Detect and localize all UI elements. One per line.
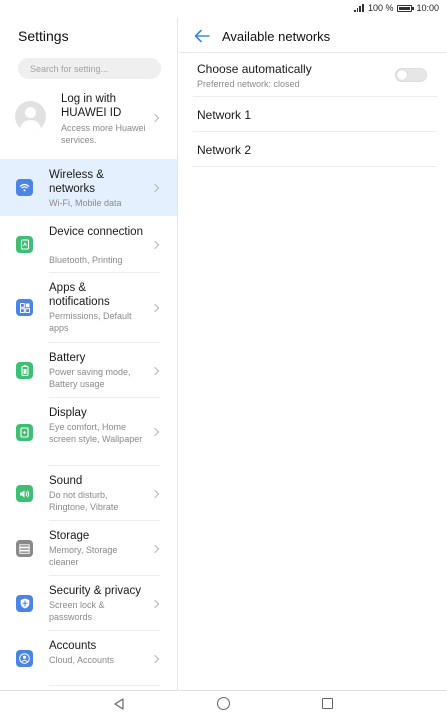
account-subtitle: Access more Huawei services. <box>61 123 146 145</box>
chevron-right-icon <box>150 113 160 123</box>
settings-title: Settings <box>18 28 69 44</box>
network-name: Network 2 <box>197 143 252 157</box>
settings-item-apps[interactable]: Apps & notifications Permissions, Default… <box>0 273 177 343</box>
account-title: Log in with HUAWEI ID <box>61 93 122 119</box>
settings-item-title: Wireless & networks <box>49 169 104 195</box>
battery-percent: 100 % <box>367 3 394 13</box>
nav-back-icon[interactable] <box>113 698 125 710</box>
network-row-2[interactable]: Network 2 <box>193 132 437 167</box>
choose-automatically-label: Choose automatically <box>197 62 312 76</box>
settings-item-display[interactable]: Display Eye comfort, Home screen style, W… <box>0 398 177 466</box>
account-icon <box>16 650 33 667</box>
settings-item-subtitle: Memory, Storage cleaner <box>49 545 118 567</box>
settings-item-account[interactable]: Accounts Cloud, Accounts <box>0 631 177 686</box>
navigation-bar <box>0 690 447 716</box>
settings-item-title: Sound <box>49 475 83 487</box>
settings-item-title: Device connection <box>49 226 143 238</box>
settings-item-wifi[interactable]: Wireless & networks Wi-Fi, Mobile data <box>0 159 177 216</box>
chevron-right-icon <box>150 240 160 249</box>
settings-item-subtitle: Permissions, Default apps <box>49 311 132 333</box>
settings-item-subtitle: Wi-Fi, Mobile data <box>49 198 122 208</box>
choose-automatically-row[interactable]: Choose automatically Preferred network: … <box>193 54 437 97</box>
settings-item-title: Apps & notifications <box>49 282 110 308</box>
chevron-right-icon <box>150 183 160 192</box>
chevron-right-icon <box>150 654 160 663</box>
settings-item-sound[interactable]: Sound Do not disturb, Ringtone, Vibrate <box>0 466 177 521</box>
chevron-right-icon <box>150 427 160 437</box>
settings-item-title: Display <box>49 407 87 419</box>
available-networks-pane: Available networks Choose automatically … <box>179 18 447 690</box>
chevron-right-icon <box>150 544 160 553</box>
battery-status-icon <box>397 4 415 12</box>
nav-recents-icon[interactable] <box>322 698 333 709</box>
settings-item-title: Security & privacy <box>49 585 142 597</box>
settings-item-subtitle: Power saving mode, Battery usage <box>49 367 131 389</box>
network-row-1[interactable]: Network 1 <box>193 97 437 132</box>
status-bar: 100 % 10:00 <box>0 0 447 18</box>
signal-icon <box>353 4 364 12</box>
chevron-right-icon <box>150 366 160 375</box>
sound-icon <box>16 485 33 502</box>
apps-icon <box>16 299 33 316</box>
wifi-icon <box>16 179 33 196</box>
device-connection-icon <box>16 236 33 253</box>
huawei-id-login[interactable]: Log in with HUAWEI ID Access more Huawei… <box>0 88 177 152</box>
settings-item-subtitle: Cloud, Accounts <box>49 655 115 665</box>
settings-item-shield[interactable]: Security & privacy Screen lock & password… <box>0 576 177 631</box>
settings-item-subtitle: Do not disturb, Ringtone, Vibrate <box>49 490 119 512</box>
settings-item-title: Storage <box>49 530 90 542</box>
settings-pane: Settings Search for setting... Log in wi… <box>0 18 178 690</box>
choose-automatically-toggle[interactable] <box>395 68 427 82</box>
settings-item-title: Accounts <box>49 640 97 652</box>
chevron-right-icon <box>150 303 160 313</box>
battery-icon <box>16 362 33 379</box>
back-arrow-icon[interactable] <box>194 29 210 43</box>
settings-item-title: Battery <box>49 352 86 364</box>
chevron-right-icon <box>150 489 160 498</box>
clock: 10:00 <box>416 3 439 13</box>
storage-icon <box>16 540 33 557</box>
nav-home-icon[interactable] <box>217 697 230 710</box>
chevron-right-icon <box>150 599 160 608</box>
settings-item-device-connection[interactable]: Device connection Bluetooth, Printing <box>0 216 177 273</box>
settings-item-storage[interactable]: Storage Memory, Storage cleaner <box>0 521 177 576</box>
avatar <box>15 101 46 132</box>
settings-item-subtitle: Eye comfort, Home screen style, Wallpape… <box>49 422 143 444</box>
display-icon <box>16 424 33 441</box>
settings-item-battery[interactable]: Battery Power saving mode, Battery usage <box>0 343 177 398</box>
shield-icon <box>16 595 33 612</box>
settings-item-subtitle: Bluetooth, Printing <box>49 255 123 265</box>
search-input[interactable]: Search for setting... <box>18 58 161 79</box>
network-name: Network 1 <box>197 108 252 122</box>
settings-item-subtitle: Screen lock & passwords <box>49 600 105 622</box>
preferred-network-status: Preferred network: closed <box>197 79 300 89</box>
page-title: Available networks <box>222 29 331 44</box>
